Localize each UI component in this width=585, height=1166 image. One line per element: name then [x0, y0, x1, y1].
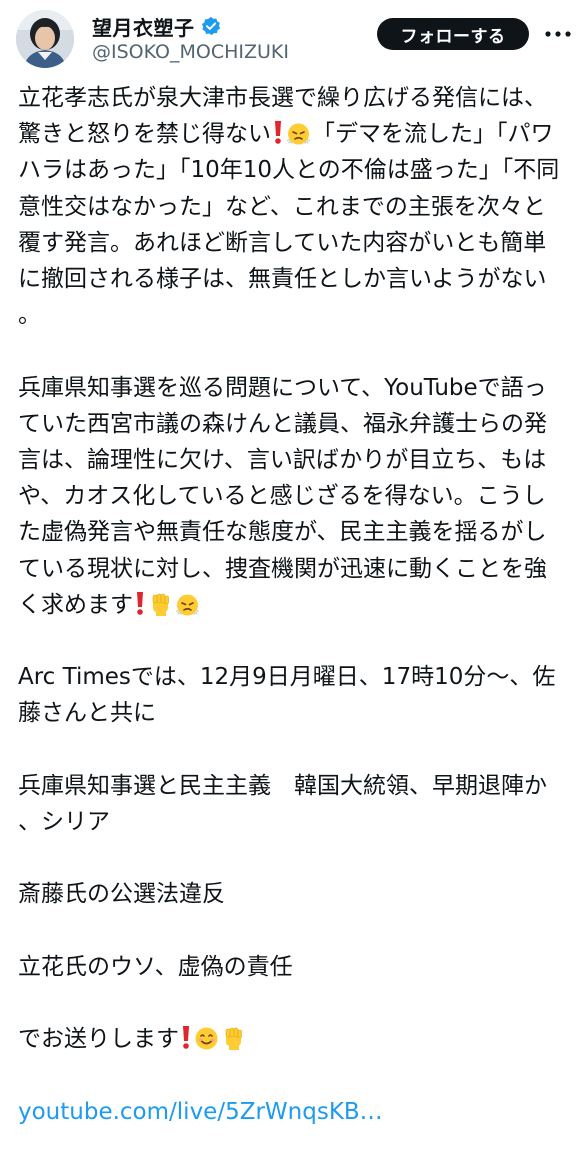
display-name[interactable]: 望月衣塑子 — [92, 12, 195, 41]
face-with-steam-icon — [175, 592, 200, 617]
tweet-header: 望月衣塑子 @ISOKO_MOCHIZUKI フォローする — [0, 0, 585, 72]
tweet-text-p5: 斎藤氏の公選法違反 — [18, 881, 225, 908]
red-exclamation-icon — [135, 591, 145, 616]
user-handle[interactable]: @ISOKO_MOCHIZUKI — [92, 41, 289, 63]
avatar-image — [16, 10, 74, 68]
tweet-paragraph-7: でお送りします — [18, 1021, 566, 1057]
tweet-text: 立花孝志氏が泉大津市長選で繰り広げる発信には、驚きと怒りを禁じ得ない 「デマを流し… — [18, 80, 566, 1166]
tweet-text-p7: でお送りします — [18, 1026, 179, 1053]
red-exclamation-icon — [181, 1025, 191, 1050]
more-dots-icon — [545, 31, 571, 37]
tweet-text-p6: 立花氏のウソ、虚偽の責任 — [18, 953, 293, 980]
avatar[interactable] — [16, 10, 74, 68]
follow-button[interactable]: フォローする — [377, 18, 529, 50]
name-row: 望月衣塑子 — [92, 12, 221, 41]
more-options-button[interactable] — [540, 20, 576, 48]
youtube-link[interactable]: youtube.com/live/5ZrWnqsKB… — [18, 1099, 383, 1125]
tweet-paragraph-6: 立花氏のウソ、虚偽の責任 — [18, 949, 566, 985]
raised-fist-icon — [221, 1026, 246, 1051]
face-with-steam-icon — [286, 121, 311, 146]
tweet-paragraph-5: 斎藤氏の公選法違反 — [18, 876, 566, 912]
tweet-text-p4: 兵庫県知事選と民主主義 韓国大統領、早期退陣か、シリア — [18, 772, 547, 836]
tweet-text-p3: Arc Timesでは、12月9日月曜日、17時10分〜、佐藤さんと共に — [18, 664, 556, 727]
tweet-paragraph-link: youtube.com/live/5ZrWnqsKB… — [18, 1094, 566, 1130]
red-exclamation-icon — [273, 120, 283, 145]
verified-badge-icon — [201, 16, 221, 36]
tweet-paragraph-3: Arc Timesでは、12月9日月曜日、17時10分〜、佐藤さんと共に — [18, 659, 566, 731]
tweet-paragraph-2: 兵庫県知事選を巡る問題について、YouTubeで語っていた西宮市議の森けんと議員… — [18, 370, 566, 623]
tweet-paragraph-1: 立花孝志氏が泉大津市長選で繰り広げる発信には、驚きと怒りを禁じ得ない 「デマを流し… — [18, 80, 566, 333]
smiling-face-icon — [194, 1026, 219, 1051]
tweet-text-p2: 兵庫県知事選を巡る問題について、YouTubeで語っていた西宮市議の森けんと議員… — [18, 374, 547, 618]
raised-fist-icon — [148, 592, 173, 617]
tweet-text-p1b: 「デマを流した」「パワハラはあった」「10年10人との不倫は盛った」「不同意性交… — [18, 121, 560, 329]
tweet-paragraph-4: 兵庫県知事選と民主主義 韓国大統領、早期退陣か、シリア — [18, 768, 566, 840]
